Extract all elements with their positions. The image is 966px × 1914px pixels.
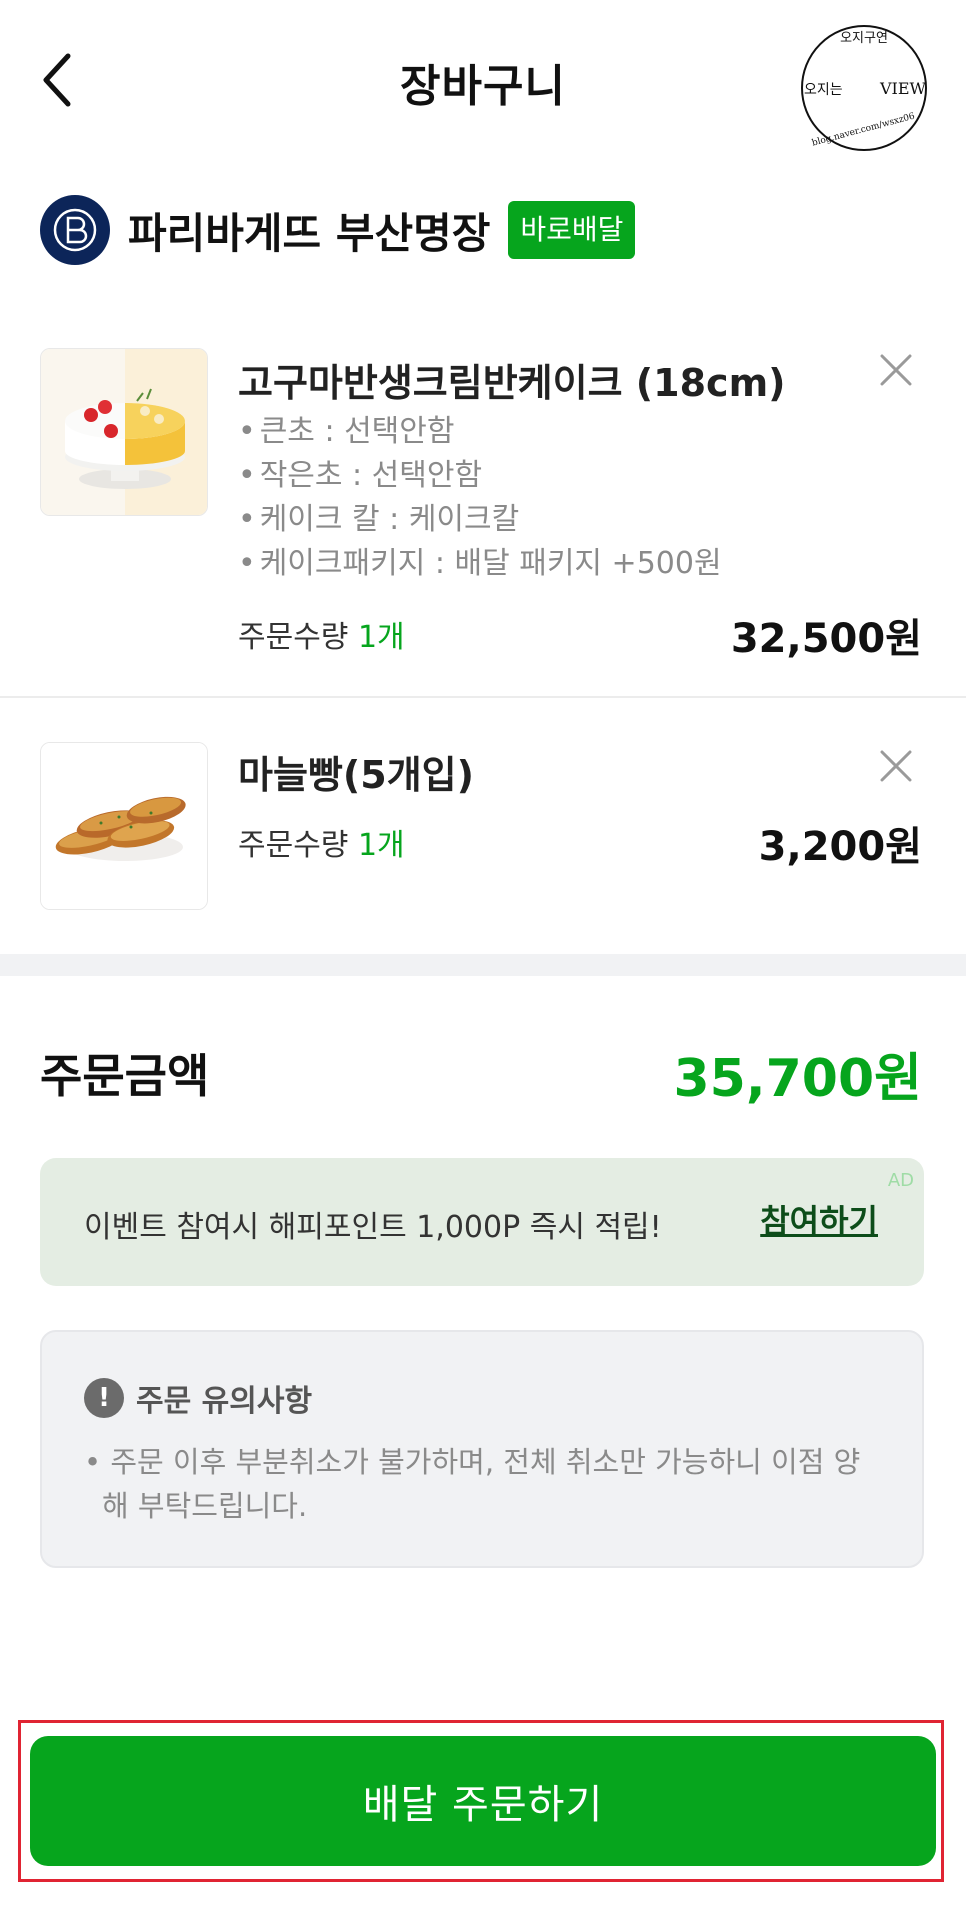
notice-header: ! 주문 유의사항 (84, 1376, 312, 1420)
product-image-garlic-bread (40, 742, 208, 910)
quantity-value: 1개 (357, 828, 405, 863)
watermark-stamp: 오지구연 오지는 VIEW blog.naver.com/wsxz06 (798, 22, 930, 154)
item-price: 3,200원 (758, 824, 922, 870)
option-item: 작은초 : 선택안함 (238, 454, 722, 498)
cart-item: 고구마반생크림반케이크 (18cm) 큰초 : 선택안함 작은초 : 선택안함 … (0, 340, 966, 698)
delivery-badge: 바로배달 (508, 201, 636, 259)
quantity-label: 주문수량 (238, 620, 349, 655)
participate-link[interactable]: 참여하기 (760, 1196, 878, 1242)
alert-icon: ! (84, 1378, 124, 1418)
stamp-left-text: 오지는 (804, 82, 843, 98)
item-quantity: 주문수량 1개 (238, 612, 405, 656)
ad-text: 이벤트 참여시 해피포인트 1,000P 즉시 적립! (84, 1210, 662, 1245)
section-divider (0, 954, 966, 976)
option-item: 케이크 칼 : 케이크칼 (238, 498, 722, 542)
ad-tag: AD (887, 1170, 914, 1191)
option-item: 큰초 : 선택안함 (238, 410, 722, 454)
item-name: 고구마반생크림반케이크 (18cm) (238, 361, 786, 405)
ad-banner[interactable]: AD 이벤트 참여시 해피포인트 1,000P 즉시 적립! 참여하기 (40, 1158, 924, 1286)
item-quantity: 주문수량 1개 (238, 820, 405, 864)
cart-item: 마늘빵(5개입) 주문수량 1개 3,200원 (0, 700, 966, 952)
close-icon (880, 750, 912, 782)
order-total-label: 주문금액 (40, 1049, 210, 1103)
paris-baguette-logo-icon (53, 208, 97, 252)
store-row[interactable]: 파리바게뜨 부산명장 바로배달 (40, 194, 636, 266)
item-name: 마늘빵(5개입) (238, 753, 474, 797)
order-total-value: 35,700원 (673, 1049, 922, 1109)
close-icon (880, 354, 912, 386)
store-logo (40, 195, 110, 265)
notice-body: 주문 이후 부분취소가 불가하며, 전체 취소만 가능하니 이점 양해 부탁드립… (84, 1440, 884, 1528)
product-image-cake (40, 348, 208, 516)
remove-item-button[interactable] (876, 350, 916, 390)
stamp-top-text: 오지구연 (840, 31, 888, 46)
quantity-label: 주문수량 (238, 828, 349, 863)
store-name: 파리바게뜨 부산명장 (128, 208, 491, 258)
quantity-value: 1개 (357, 620, 405, 655)
notice-title: 주문 유의사항 (136, 1384, 313, 1419)
item-price: 32,500원 (730, 616, 922, 662)
remove-item-button[interactable] (876, 746, 916, 786)
stamp-right-text: VIEW (879, 79, 927, 98)
order-notice: ! 주문 유의사항 주문 이후 부분취소가 불가하며, 전체 취소만 가능하니 … (40, 1330, 924, 1568)
option-item: 케이크패키지 : 배달 패키지 +500원 (238, 542, 722, 586)
header: 장바구니 오지구연 오지는 VIEW blog.naver.com/wsxz06 (0, 0, 966, 160)
item-options: 큰초 : 선택안함 작은초 : 선택안함 케이크 칼 : 케이크칼 케이크패키지… (238, 410, 722, 586)
order-delivery-button[interactable]: 배달 주문하기 (30, 1736, 936, 1866)
